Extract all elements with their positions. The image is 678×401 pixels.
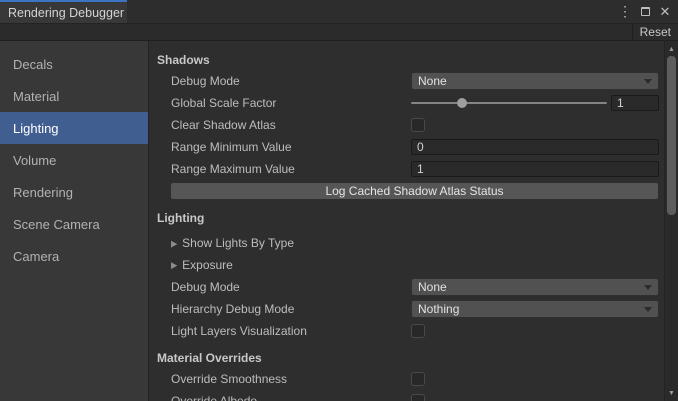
- dropdown-value: None: [418, 280, 644, 294]
- row-range-minimum: Range Minimum Value 0: [149, 136, 664, 158]
- lighting-debug-mode-dropdown[interactable]: None: [411, 278, 659, 296]
- row-range-maximum: Range Maximum Value 1: [149, 158, 664, 180]
- range-minimum-input[interactable]: 0: [411, 139, 659, 155]
- light-layers-visualization-checkbox[interactable]: [411, 324, 425, 338]
- sidebar-item-volume[interactable]: Volume: [0, 144, 148, 176]
- field-label: Hierarchy Debug Mode: [171, 302, 294, 316]
- dropdown-value: None: [418, 74, 644, 88]
- foldout-exposure[interactable]: ▶ Exposure: [149, 254, 664, 276]
- override-albedo-checkbox[interactable]: [411, 394, 425, 401]
- hierarchy-debug-mode-dropdown[interactable]: Nothing: [411, 300, 659, 318]
- field-label: Override Smoothness: [171, 372, 287, 386]
- row-clear-shadow-atlas: Clear Shadow Atlas: [149, 114, 664, 136]
- field-label: Light Layers Visualization: [171, 324, 307, 338]
- global-scale-factor-widget: 1: [411, 95, 659, 111]
- foldout-arrow-icon: ▶: [171, 260, 177, 270]
- global-scale-factor-value[interactable]: 1: [611, 95, 659, 111]
- chevron-down-icon: [644, 285, 652, 290]
- field-label: Clear Shadow Atlas: [171, 118, 276, 132]
- widget-slot: [411, 324, 425, 338]
- field-label: Debug Mode: [171, 280, 240, 294]
- dropdown-value: Nothing: [418, 302, 644, 316]
- toolbar: Reset: [0, 24, 678, 41]
- section-header-shadows: Shadows: [149, 50, 664, 70]
- rendering-debugger-window: Rendering Debugger ⋮ ✕ Reset Decals Mate…: [0, 0, 678, 401]
- field-label: Override Albedo: [171, 394, 257, 401]
- maximize-icon[interactable]: [636, 3, 654, 21]
- sidebar-item-material[interactable]: Material: [0, 80, 148, 112]
- sidebar-item-lighting[interactable]: Lighting: [0, 112, 148, 144]
- scrollbar-thumb[interactable]: [667, 56, 676, 215]
- chevron-down-icon: [644, 79, 652, 84]
- reset-button[interactable]: Reset: [632, 24, 678, 40]
- field-label: Range Minimum Value: [171, 140, 292, 154]
- section-header-lighting: Lighting: [149, 208, 664, 228]
- settings-panel: Shadows Debug Mode None Global Scale Fac…: [149, 41, 664, 401]
- titlebar: Rendering Debugger ⋮ ✕: [0, 0, 678, 24]
- field-label: Debug Mode: [171, 74, 240, 88]
- row-lighting-debug-mode: Debug Mode None: [149, 276, 664, 298]
- sidebar-item-rendering[interactable]: Rendering: [0, 176, 148, 208]
- chevron-down-icon: [644, 307, 652, 312]
- menu-icon[interactable]: ⋮: [616, 3, 634, 21]
- row-override-smoothness: Override Smoothness: [149, 368, 664, 390]
- tab-title: Rendering Debugger: [8, 6, 124, 20]
- shadows-debug-mode-dropdown[interactable]: None: [411, 72, 659, 90]
- row-light-layers-visualization: Light Layers Visualization: [149, 320, 664, 342]
- row-shadows-debug-mode: Debug Mode None: [149, 70, 664, 92]
- row-log-cached-shadow-atlas: Log Cached Shadow Atlas Status: [149, 180, 664, 202]
- window-body: Decals Material Lighting Volume Renderin…: [0, 41, 678, 401]
- close-icon[interactable]: ✕: [656, 3, 674, 21]
- foldout-label: Exposure: [182, 258, 233, 272]
- window-controls: ⋮ ✕: [616, 0, 678, 23]
- range-maximum-input[interactable]: 1: [411, 161, 659, 177]
- maximize-glyph: [641, 7, 650, 16]
- sidebar: Decals Material Lighting Volume Renderin…: [0, 41, 149, 401]
- foldout-label: Show Lights By Type: [182, 236, 294, 250]
- tab-rendering-debugger[interactable]: Rendering Debugger: [0, 0, 127, 23]
- row-global-scale-factor: Global Scale Factor 1: [149, 92, 664, 114]
- slider-track: [411, 102, 607, 104]
- sidebar-item-decals[interactable]: Decals: [0, 48, 148, 80]
- foldout-show-lights-by-type[interactable]: ▶ Show Lights By Type: [149, 232, 664, 254]
- field-label: Global Scale Factor: [171, 96, 276, 110]
- section-header-material-overrides: Material Overrides: [149, 348, 664, 368]
- slider-handle[interactable]: [457, 98, 467, 108]
- row-hierarchy-debug-mode: Hierarchy Debug Mode Nothing: [149, 298, 664, 320]
- widget-slot: [411, 394, 425, 401]
- sidebar-item-camera[interactable]: Camera: [0, 240, 148, 272]
- foldout-arrow-icon: ▶: [171, 238, 177, 248]
- vertical-scrollbar[interactable]: ▲ ▼: [664, 41, 678, 401]
- log-cached-shadow-atlas-button[interactable]: Log Cached Shadow Atlas Status: [170, 182, 659, 200]
- global-scale-factor-slider[interactable]: [411, 96, 607, 110]
- scrollbar-up-icon[interactable]: ▲: [665, 43, 678, 55]
- override-smoothness-checkbox[interactable]: [411, 372, 425, 386]
- field-label: Range Maximum Value: [171, 162, 295, 176]
- row-override-albedo: Override Albedo: [149, 390, 664, 401]
- clear-shadow-atlas-checkbox[interactable]: [411, 118, 425, 132]
- scrollbar-down-icon[interactable]: ▼: [665, 387, 678, 399]
- sidebar-item-scene-camera[interactable]: Scene Camera: [0, 208, 148, 240]
- widget-slot: [411, 372, 425, 386]
- widget-slot: [411, 118, 425, 132]
